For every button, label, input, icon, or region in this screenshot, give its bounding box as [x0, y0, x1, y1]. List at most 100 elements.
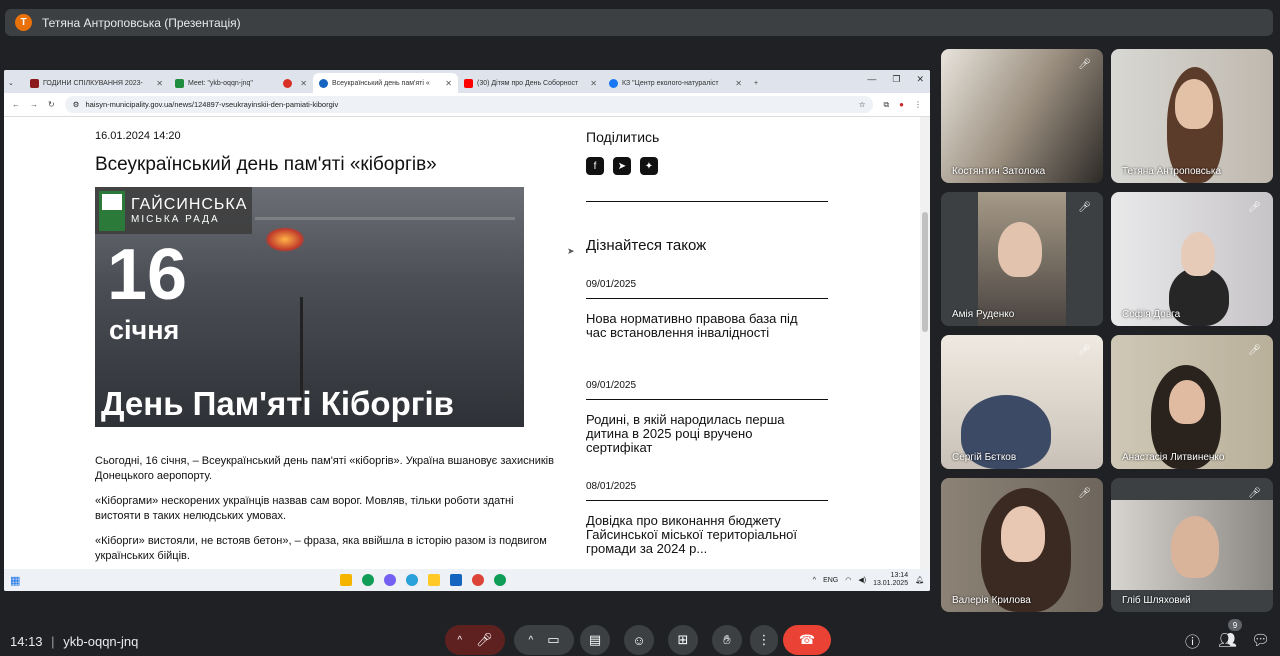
hand-icon: ✋︎	[723, 632, 731, 647]
edge-icon[interactable]	[362, 574, 375, 586]
news-link[interactable]: Довідка про виконання бюджету Гайсинсько…	[586, 514, 811, 556]
coat-of-arms-icon	[99, 190, 125, 231]
tab-label: Всеукраїнський день пам'яті «	[332, 79, 430, 87]
participant-tile[interactable]: 🎤︎ Сергій Бєтков	[941, 335, 1103, 469]
widgets-icon[interactable]: ▦	[10, 574, 20, 587]
mic-off-icon: 🎤︎	[1248, 202, 1261, 213]
chevron-up-icon[interactable]: ^	[529, 635, 534, 646]
tab-label: ГОДИНИ СПІЛКУВАННЯ 2023-	[43, 79, 143, 87]
news-date: 08/01/2025	[586, 481, 637, 492]
browser-tab-5[interactable]: КЗ "Центр еколого-натураліст ✕	[603, 73, 748, 93]
chevron-up-icon[interactable]: ^	[813, 577, 816, 584]
raise-hand-button[interactable]: ✋︎	[712, 625, 742, 655]
participant-tile[interactable]: Тетяна Антроповська	[1111, 49, 1273, 183]
ruins-graphic	[255, 217, 515, 337]
notification-bell-icon[interactable]: 🔔︎	[915, 576, 924, 584]
camera-toggle-button[interactable]: ^ ▭	[514, 625, 574, 655]
twitter-icon[interactable]: ✦	[640, 157, 658, 175]
emoji-button[interactable]: ☺	[624, 625, 654, 655]
more-vert-icon: ⋮	[757, 632, 771, 647]
taskbar-time: 13:14	[890, 572, 909, 579]
participant-tile[interactable]: 🎤︎ Костянтин Затолока	[941, 49, 1103, 183]
forward-icon[interactable]: →	[30, 100, 38, 109]
also-heading: Дізнайтеся також	[586, 237, 707, 254]
news-link[interactable]: Нова нормативно правова база під час вст…	[586, 312, 811, 340]
leave-call-button[interactable]: ☎︎	[783, 625, 831, 655]
meeting-code: ykb-oqqn-jnq	[63, 634, 139, 649]
emoji-icon: ☺	[632, 632, 646, 648]
reload-icon[interactable]: ↻	[48, 100, 55, 109]
web-page: 16.01.2024 14:20 Всеукраїнський день пам…	[4, 117, 920, 569]
lang-indicator[interactable]: ENG	[823, 577, 838, 584]
news-link[interactable]: Родині, в якій народилась перша дитина в…	[586, 413, 811, 455]
chat-icon[interactable]: 💬︎	[1251, 631, 1270, 649]
telegram-taskbar-icon[interactable]	[406, 574, 419, 586]
present-icon: ⊞	[677, 632, 689, 647]
back-icon[interactable]: ←	[12, 100, 20, 109]
bookmark-star-icon[interactable]: ☆	[859, 100, 866, 109]
logo-line2: МІСЬКА РАДА	[131, 214, 220, 225]
present-button[interactable]: ⊞	[668, 625, 698, 655]
social-share-buttons: f ➤ ✦	[586, 157, 658, 175]
chevron-up-icon[interactable]: ^	[457, 635, 462, 646]
telegram-icon[interactable]: ➤	[613, 157, 631, 175]
extensions-icon[interactable]: ⧉	[883, 100, 889, 110]
restore-icon[interactable]: ❐	[892, 74, 900, 85]
meet-control-bar: 14:13 | ykb-oqqn-jnq ^ 🎤︎ ^ ▭ ▤ ☺ ⊞ ✋︎ ⋮…	[0, 622, 1280, 656]
new-tab-button[interactable]: +	[748, 73, 772, 93]
share-label: Поділитись	[586, 129, 660, 145]
volume-icon[interactable]: ◀)	[858, 576, 866, 584]
viber-icon[interactable]	[384, 574, 397, 586]
profile-icon[interactable]: ●	[899, 100, 904, 109]
presenter-avatar: Т	[15, 14, 32, 31]
minimize-icon[interactable]: —	[867, 74, 876, 85]
participant-name: Валерія Крилова	[952, 595, 1031, 606]
site-info-icon[interactable]: ⚙	[73, 100, 80, 109]
close-icon[interactable]: ✕	[300, 79, 307, 88]
plus-icon: +	[754, 79, 759, 87]
close-window-icon[interactable]: ✕	[916, 74, 924, 85]
folder-icon[interactable]	[428, 574, 441, 586]
participant-name: Сергій Бєтков	[952, 452, 1017, 463]
browser-tab-3[interactable]: Всеукраїнський день пам'яті « ✕	[313, 73, 458, 93]
file-explorer-icon[interactable]	[340, 574, 353, 586]
participant-name: Амія Руденко	[952, 309, 1015, 320]
tab-menu[interactable]: ⌄	[4, 73, 24, 93]
divider	[586, 500, 828, 501]
participant-tile[interactable]: 🎤︎ Софія Довга	[1111, 192, 1273, 326]
browser-tab-0[interactable]: ГОДИНИ СПІЛКУВАННЯ 2023- ✕	[24, 73, 169, 93]
mic-toggle-button[interactable]: ^ 🎤︎	[445, 625, 505, 655]
more-options-button[interactable]: ⋮	[750, 625, 778, 655]
url-field[interactable]: ⚙ haisyn-municipality.gov.ua/news/124897-…	[64, 96, 874, 113]
participant-tile[interactable]: 🎤︎ Анастасія Литвиненко	[1111, 335, 1273, 469]
close-icon[interactable]: ✕	[590, 79, 597, 88]
record-icon	[283, 78, 292, 88]
store-icon[interactable]	[450, 574, 463, 586]
window-controls: — ❐ ✕	[867, 74, 924, 85]
browser-tab-4[interactable]: (30) Дітям про День Соборност ✕	[458, 73, 603, 93]
people-icon[interactable]: 👥︎	[1218, 631, 1237, 649]
chrome-icon[interactable]	[472, 574, 485, 586]
participant-tile[interactable]: 🎤︎ Валерія Крилова	[941, 478, 1103, 612]
browser-tab-1[interactable]: Meet: "ykb-oqqn-jnq"	[169, 73, 277, 93]
close-icon[interactable]: ✕	[156, 79, 163, 88]
facebook-icon[interactable]: f	[586, 157, 604, 175]
taskbar-clock[interactable]: 13:14 13.01.2025	[873, 572, 908, 588]
taskbar-date: 13.01.2025	[873, 580, 909, 587]
close-icon[interactable]: ✕	[445, 79, 452, 88]
chrome-profile-icon[interactable]	[494, 574, 507, 586]
participant-tile[interactable]: 🎤︎ Гліб Шляховий	[1111, 478, 1273, 612]
divider	[586, 201, 828, 202]
more-menu-icon[interactable]: ⋮	[914, 100, 922, 109]
logo-line1: ГАЙСИНСЬКА	[131, 196, 248, 213]
favicon-icon	[319, 78, 328, 88]
scroll-thumb[interactable]	[922, 212, 928, 332]
participant-tile[interactable]: 🎤︎ Амія Руденко	[941, 192, 1103, 326]
browser-tab-2[interactable]: ✕	[277, 73, 313, 93]
close-icon[interactable]: ✕	[735, 79, 742, 88]
page-scrollbar[interactable]	[920, 117, 930, 569]
wifi-icon[interactable]: ◠	[845, 576, 851, 584]
hero-month: січня	[109, 315, 180, 345]
info-icon[interactable]: ⓘ	[1185, 631, 1200, 652]
captions-button[interactable]: ▤	[580, 625, 610, 655]
